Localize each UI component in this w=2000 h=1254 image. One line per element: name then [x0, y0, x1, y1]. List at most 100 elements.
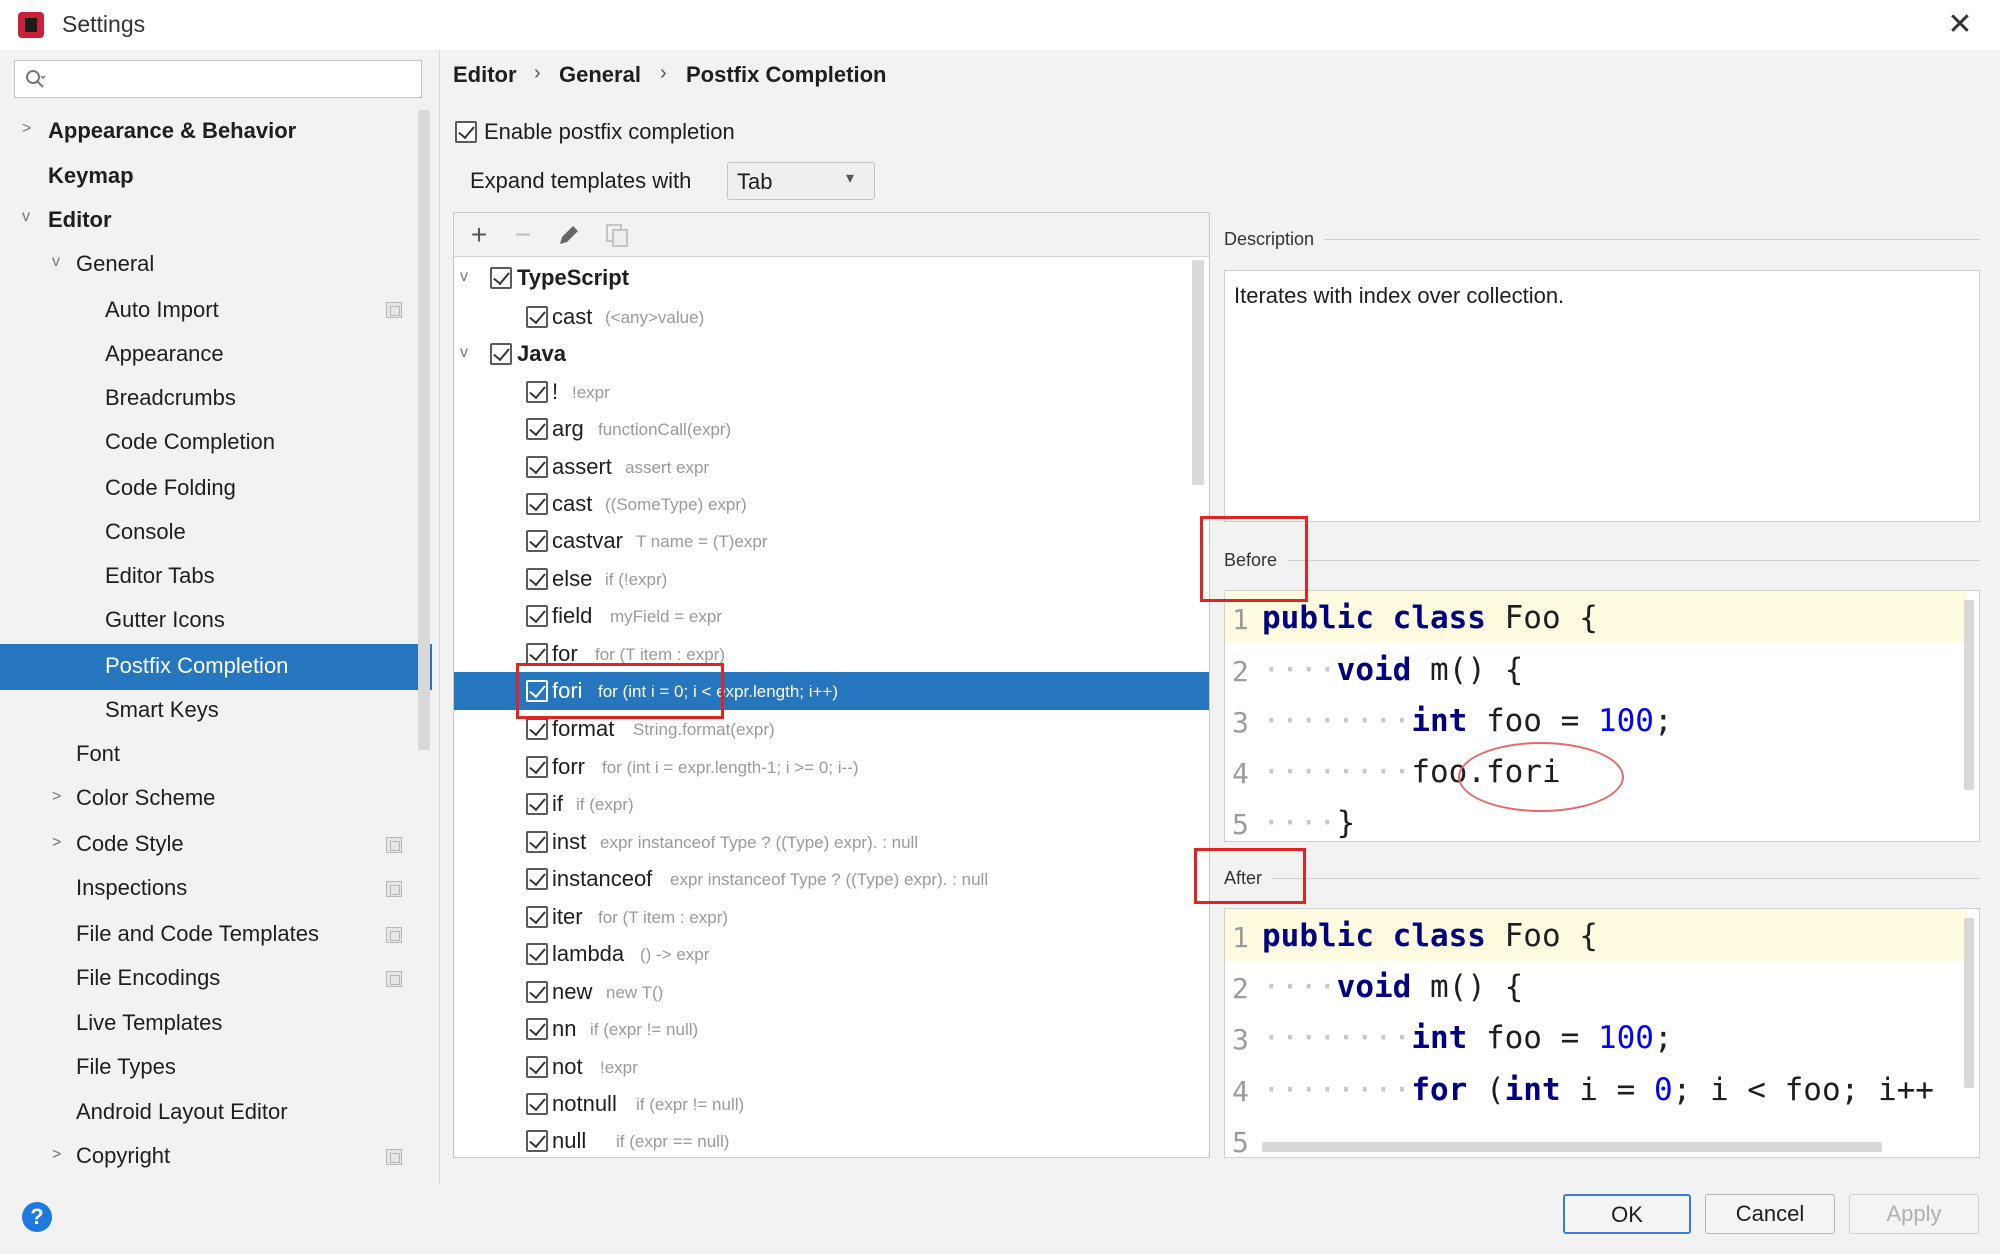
after-scrollbar-vertical[interactable]: [1964, 918, 1974, 1088]
template-name[interactable]: cast: [552, 304, 592, 330]
breadcrumb-editor[interactable]: Editor: [453, 62, 517, 88]
template-name[interactable]: cast: [552, 491, 592, 517]
template-name[interactable]: if: [552, 791, 563, 817]
before-divider: [1224, 560, 1980, 561]
template-checkbox[interactable]: [526, 1018, 548, 1040]
breadcrumb-general[interactable]: General: [559, 62, 641, 88]
sidebar-item-gutter-icons[interactable]: Gutter Icons: [105, 598, 225, 642]
close-button[interactable]: ✕: [1940, 6, 1980, 46]
template-name[interactable]: !: [552, 379, 558, 405]
sidebar-item-file-encodings[interactable]: File Encodings: [76, 956, 220, 1000]
sidebar-scrollbar[interactable]: [418, 110, 430, 750]
chevron-down-icon[interactable]: v: [52, 253, 60, 271]
template-name[interactable]: lambda: [552, 941, 624, 967]
sidebar-item-editor-tabs[interactable]: Editor Tabs: [105, 554, 215, 598]
sidebar-item-postfix-completion[interactable]: Postfix Completion: [105, 644, 288, 688]
chevron-right-icon[interactable]: >: [52, 1146, 61, 1164]
template-name[interactable]: inst: [552, 829, 586, 855]
template-checkbox[interactable]: [526, 831, 548, 853]
template-name[interactable]: not: [552, 1054, 583, 1080]
apply-button[interactable]: Apply: [1849, 1194, 1979, 1234]
template-name[interactable]: forr: [552, 754, 585, 780]
chevron-right-icon[interactable]: >: [52, 788, 61, 806]
breadcrumb-postfix-completion: Postfix Completion: [686, 62, 887, 87]
template-checkbox[interactable]: [526, 1130, 548, 1152]
sidebar-item-android-layout-editor[interactable]: Android Layout Editor: [76, 1090, 288, 1134]
template-checkbox[interactable]: [526, 306, 548, 328]
template-name[interactable]: field: [552, 603, 592, 629]
sidebar-item-copyright[interactable]: Copyright: [76, 1134, 170, 1178]
sidebar-item-live-templates[interactable]: Live Templates: [76, 1001, 222, 1045]
copy-icon[interactable]: [604, 222, 630, 248]
template-checkbox[interactable]: [526, 981, 548, 1003]
template-name[interactable]: instanceof: [552, 866, 652, 892]
template-checkbox[interactable]: [526, 756, 548, 778]
group-checkbox[interactable]: [490, 343, 512, 365]
sidebar-item-code-style[interactable]: Code Style: [76, 822, 184, 866]
sidebar-item-keymap[interactable]: Keymap: [48, 154, 134, 198]
chevron-right-icon[interactable]: >: [22, 120, 31, 138]
ok-button[interactable]: OK: [1563, 1194, 1691, 1234]
template-name[interactable]: iter: [552, 904, 583, 930]
sidebar-item-console[interactable]: Console: [105, 510, 186, 554]
app-logo-icon: [18, 12, 44, 38]
sidebar-item-smart-keys[interactable]: Smart Keys: [105, 688, 219, 732]
chevron-right-icon[interactable]: >: [52, 834, 61, 852]
template-checkbox[interactable]: [526, 1056, 548, 1078]
before-scrollbar[interactable]: [1964, 600, 1974, 790]
help-button[interactable]: ?: [22, 1202, 52, 1232]
sidebar-item-file-types[interactable]: File Types: [76, 1045, 176, 1089]
template-name[interactable]: assert: [552, 454, 612, 480]
template-group-typescript[interactable]: TypeScript: [517, 265, 629, 291]
template-checkbox[interactable]: [526, 568, 548, 590]
sidebar-item-code-completion[interactable]: Code Completion: [105, 420, 275, 464]
template-checkbox[interactable]: [526, 943, 548, 965]
chevron-down-icon[interactable]: v: [460, 268, 468, 286]
sidebar-item-font[interactable]: Font: [76, 732, 120, 776]
sidebar-item-color-scheme[interactable]: Color Scheme: [76, 776, 215, 820]
template-list-scrollbar[interactable]: [1192, 260, 1204, 485]
template-name[interactable]: notnull: [552, 1091, 617, 1117]
sidebar-item-general[interactable]: General: [76, 242, 154, 286]
sidebar-item-inspections[interactable]: Inspections: [76, 866, 187, 910]
chevron-down-icon[interactable]: v: [22, 208, 30, 226]
template-checkbox[interactable]: [526, 793, 548, 815]
sidebar-item-breadcrumbs[interactable]: Breadcrumbs: [105, 376, 236, 420]
sidebar-item-file-code-templates[interactable]: File and Code Templates: [76, 912, 319, 956]
template-name[interactable]: format: [552, 716, 614, 742]
template-name[interactable]: nn: [552, 1016, 576, 1042]
template-name[interactable]: else: [552, 566, 592, 592]
template-checkbox[interactable]: [526, 381, 548, 403]
sidebar-item-auto-import[interactable]: Auto Import: [105, 288, 219, 332]
remove-icon[interactable]: −: [506, 218, 540, 252]
add-icon[interactable]: +: [462, 218, 496, 252]
template-checkbox[interactable]: [526, 718, 548, 740]
template-checkbox[interactable]: [526, 1093, 548, 1115]
template-checkbox[interactable]: [526, 605, 548, 627]
chevron-down-icon[interactable]: v: [460, 344, 468, 362]
sidebar-item-editor[interactable]: Editor: [48, 198, 112, 242]
template-group-java[interactable]: Java: [517, 341, 566, 367]
template-name[interactable]: new: [552, 979, 592, 1005]
sidebar-item-code-folding[interactable]: Code Folding: [105, 466, 236, 510]
template-checkbox[interactable]: [526, 643, 548, 665]
after-scrollbar-horizontal[interactable]: [1262, 1142, 1882, 1152]
template-checkbox[interactable]: [526, 493, 548, 515]
template-checkbox[interactable]: [526, 868, 548, 890]
sidebar-item-appearance-behavior[interactable]: Appearance & Behavior: [48, 109, 296, 153]
template-checkbox[interactable]: [526, 456, 548, 478]
sidebar-item-appearance[interactable]: Appearance: [105, 332, 224, 376]
template-name[interactable]: null: [552, 1128, 586, 1154]
search-input[interactable]: [14, 60, 422, 98]
line-number: 5: [1232, 808, 1249, 841]
enable-postfix-label[interactable]: Enable postfix completion: [484, 119, 735, 145]
enable-postfix-checkbox[interactable]: [455, 121, 477, 143]
template-name[interactable]: castvar: [552, 528, 623, 554]
group-checkbox[interactable]: [490, 267, 512, 289]
template-checkbox[interactable]: [526, 906, 548, 928]
template-checkbox[interactable]: [526, 530, 548, 552]
template-name[interactable]: arg: [552, 416, 584, 442]
edit-icon[interactable]: [556, 222, 582, 248]
template-checkbox[interactable]: [526, 418, 548, 440]
cancel-button[interactable]: Cancel: [1705, 1194, 1835, 1234]
